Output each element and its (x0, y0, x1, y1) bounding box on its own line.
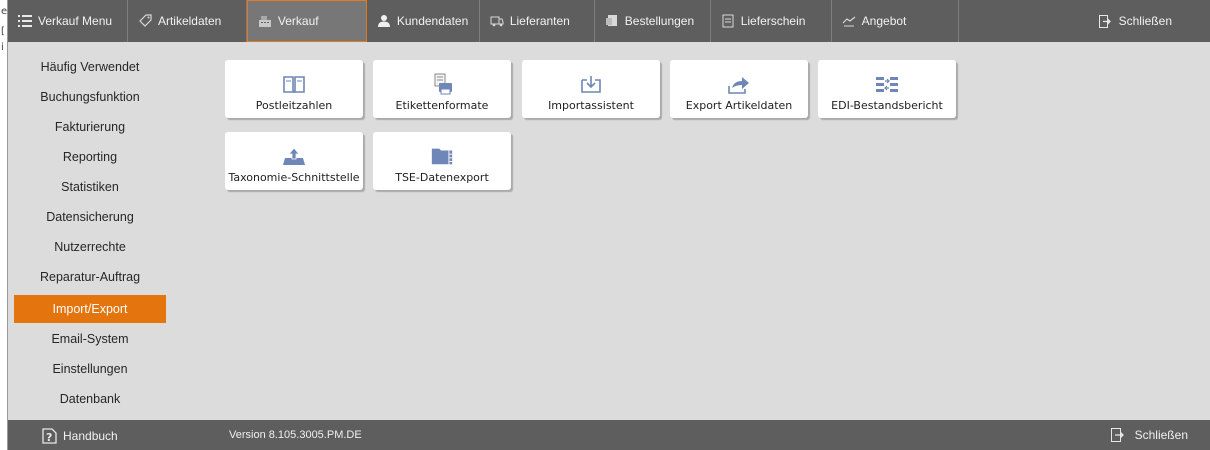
sidebar-item-reparatur-auftrag[interactable]: Reparatur-Auftrag (14, 263, 166, 291)
tile-tse-datenexport[interactable]: TSE-Datenexport (373, 132, 511, 190)
tile-edi-bestandsbericht[interactable]: EDI-Bestandsbericht (818, 60, 956, 118)
sidebar-item-haeufig-verwendet[interactable]: Häufig Verwendet (14, 53, 166, 81)
sidebar-item-einstellungen[interactable]: Einstellungen (14, 355, 166, 383)
sidebar-item-datensicherung[interactable]: Datensicherung (14, 203, 166, 231)
document-icon (721, 14, 735, 28)
tag-icon (138, 14, 152, 28)
close-button-bottom[interactable]: Schließen (1110, 428, 1188, 442)
menu-label: Verkauf Menu (38, 14, 113, 28)
printer-icon (430, 73, 454, 95)
svg-text:?: ? (46, 431, 52, 444)
sidebar: Häufig Verwendet Buchungsfunktion Faktur… (8, 42, 174, 420)
customers-icon (377, 14, 391, 28)
sidebar-item-statistiken[interactable]: Statistiken (14, 173, 166, 201)
menu-label: Kundendaten (396, 14, 469, 28)
cash-register-icon (258, 14, 272, 28)
sidebar-item-datenbank[interactable]: Datenbank (14, 385, 166, 413)
top-menu-bar: Verkauf Menu Artikeldaten Verkauf Kunden… (8, 0, 1210, 42)
handbuch-label: Handbuch (63, 429, 118, 443)
handshake-icon (842, 14, 856, 28)
handbuch-button[interactable]: ? Handbuch (40, 427, 118, 445)
folder-icon (430, 145, 454, 167)
tile-label: Etikettenformate (395, 99, 489, 112)
tile-label: EDI-Bestandsbericht (831, 99, 943, 112)
menu-label: Angebot (861, 14, 907, 28)
sidebar-item-buchungsfunktion[interactable]: Buchungsfunktion (14, 83, 166, 111)
import-icon (579, 73, 603, 95)
menu-label: Verkauf (277, 14, 319, 28)
menu-list-icon (18, 14, 32, 28)
tile-label: Postleitzahlen (255, 99, 333, 112)
tile-label: TSE-Datenexport (395, 171, 489, 184)
close-label: Schließen (1134, 428, 1188, 442)
sidebar-item-reporting[interactable]: Reporting (14, 143, 166, 171)
upload-tray-icon (282, 145, 306, 167)
book-icon (282, 73, 306, 95)
menu-verkauf[interactable]: Verkauf (246, 0, 367, 42)
exit-icon (1110, 428, 1125, 442)
tile-label: Taxonomie-Schnittstelle (228, 171, 360, 184)
export-arrow-icon (727, 73, 751, 95)
menu-lieferanten[interactable]: Lieferanten (480, 0, 595, 42)
bottom-bar: ? Handbuch Version 8.105.3005.PM.DE Schl… (8, 420, 1210, 450)
tile-label: Export Artikeldaten (685, 99, 793, 112)
menu-kundendaten[interactable]: Kundendaten (367, 0, 480, 42)
menu-label: Lieferanten (509, 14, 570, 28)
version-text: Version 8.105.3005.PM.DE (229, 429, 362, 441)
exit-icon (1098, 14, 1112, 28)
menu-label: Bestellungen (624, 14, 695, 28)
help-manual-icon: ? (40, 427, 58, 445)
menu-verkauf-menu[interactable]: Verkauf Menu (8, 0, 128, 42)
close-button-top[interactable]: Schließen (959, 0, 1210, 42)
tile-postleitzahlen[interactable]: Postleitzahlen (225, 60, 363, 118)
sidebar-item-import-export[interactable]: Import/Export (14, 295, 166, 323)
tile-export-artikeldaten[interactable]: Export Artikeldaten (670, 60, 808, 118)
edi-icon (875, 73, 899, 95)
menu-label: Artikeldaten (157, 14, 222, 28)
sidebar-item-nutzerrechte[interactable]: Nutzerrechte (14, 233, 166, 261)
menu-label: Lieferschein (740, 14, 806, 28)
truck-icon (490, 14, 504, 28)
sidebar-item-fakturierung[interactable]: Fakturierung (14, 113, 166, 141)
menu-lieferschein[interactable]: Lieferschein (711, 0, 832, 42)
order-icon (605, 14, 619, 28)
tile-taxonomie-schnittstelle[interactable]: Taxonomie-Schnittstelle (225, 132, 363, 190)
menu-artikeldaten[interactable]: Artikeldaten (128, 0, 247, 42)
menu-angebot[interactable]: Angebot (832, 0, 959, 42)
menu-bestellungen[interactable]: Bestellungen (595, 0, 711, 42)
tile-etikettenformate[interactable]: Etikettenformate (373, 60, 511, 118)
tile-importassistent[interactable]: Importassistent (522, 60, 660, 118)
sidebar-item-email-system[interactable]: Email-System (14, 325, 166, 353)
window-edge: e [ i (0, 0, 8, 450)
close-label: Schließen (1118, 14, 1172, 28)
tile-label: Importassistent (548, 99, 634, 112)
